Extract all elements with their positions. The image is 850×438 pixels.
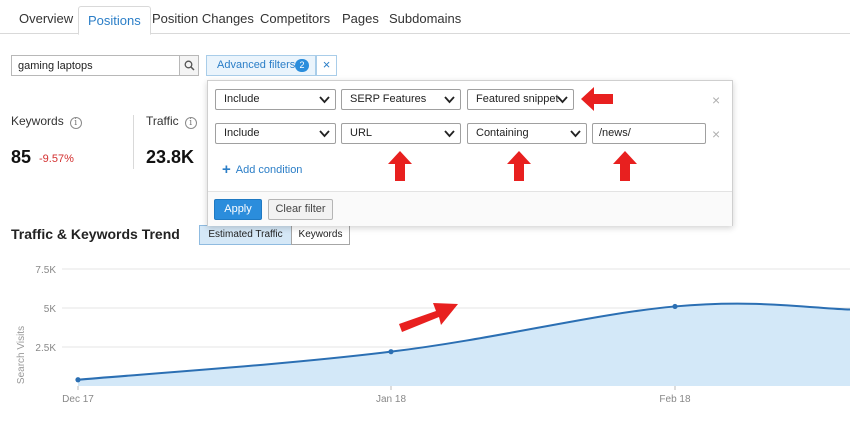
row2-include-select[interactable]: Include <box>215 123 336 144</box>
clear-filter-button[interactable]: Clear filter <box>268 199 333 220</box>
traffic-label-text: Traffic <box>146 114 179 128</box>
annotation-arrow-up <box>388 151 412 181</box>
add-condition-link[interactable]: + Add condition <box>222 161 302 178</box>
chevron-down-icon <box>319 130 330 138</box>
toggle-keywords[interactable]: Keywords <box>291 225 350 245</box>
keyword-search <box>11 55 199 76</box>
remove-row2-button[interactable]: × <box>712 127 720 141</box>
x-tick-label: Feb 18 <box>659 394 691 405</box>
chevron-down-icon <box>557 96 568 104</box>
select-value: Featured snippet <box>476 93 559 105</box>
search-icon <box>184 60 195 71</box>
filter-count-badge: 2 <box>295 59 309 72</box>
traffic-value: 23.8K <box>146 147 195 167</box>
select-value: URL <box>350 127 373 139</box>
annotation-arrow-up <box>613 151 637 181</box>
trend-title: Traffic & Keywords Trend <box>11 226 180 242</box>
remove-row1-button[interactable]: × <box>712 93 720 107</box>
traffic-trend-chart: 2.5K 5K 7.5K Dec 17 Jan 18 Feb 18 Search Vis… <box>16 265 850 405</box>
keywords-value: 85 <box>11 147 32 167</box>
row1-condition-select[interactable]: Featured snippet <box>467 89 574 110</box>
info-icon[interactable]: i <box>69 117 82 129</box>
traffic-area <box>78 303 850 386</box>
advanced-filters-panel: Include SERP Features Featured snippet ×… <box>207 80 733 226</box>
select-value: Containing <box>476 127 529 139</box>
annotation-arrow-up <box>507 151 531 181</box>
annotation-arrow-left <box>581 87 613 111</box>
row2-value-input[interactable]: /news/ <box>592 123 706 144</box>
select-value: Include <box>224 127 260 139</box>
plus-icon: + <box>222 161 231 178</box>
x-tick-label: Dec 17 <box>62 394 94 405</box>
y-axis-label: Search Visits <box>16 326 27 384</box>
advanced-filters-label: Advanced filters <box>217 59 296 71</box>
select-value: SERP Features <box>350 93 427 105</box>
add-condition-label: Add condition <box>235 164 303 176</box>
filter-panel-footer: Apply Clear filter <box>208 191 732 226</box>
tab-positions[interactable]: Positions <box>78 6 151 35</box>
row2-field-select[interactable]: URL <box>341 123 461 144</box>
chevron-down-icon <box>570 130 581 138</box>
clear-advanced-filters-button[interactable]: × <box>316 55 337 76</box>
info-icon[interactable]: i <box>184 117 197 129</box>
keywords-label-text: Keywords <box>11 114 64 128</box>
select-value: Include <box>224 93 260 105</box>
tab-subdomains[interactable]: Subdomains <box>389 0 461 34</box>
metric-divider <box>133 115 134 169</box>
report-tabs: Overview Positions Position Changes Comp… <box>0 0 850 35</box>
row1-field-select[interactable]: SERP Features <box>341 89 461 110</box>
y-tick-label: 2.5K <box>35 343 56 354</box>
advanced-filters-button[interactable]: Advanced filters 2 <box>206 55 316 76</box>
search-input[interactable] <box>12 56 178 75</box>
y-tick-label: 7.5K <box>35 265 56 276</box>
tab-position-changes[interactable]: Position Changes <box>152 0 254 34</box>
data-point[interactable] <box>672 303 678 310</box>
data-point[interactable] <box>388 349 394 355</box>
chevron-down-icon <box>444 130 455 138</box>
chevron-down-icon <box>444 96 455 104</box>
tab-overview[interactable]: Overview <box>19 0 73 34</box>
keywords-delta: -9.57% <box>39 153 74 165</box>
apply-button[interactable]: Apply <box>214 199 262 220</box>
chevron-down-icon <box>319 96 330 104</box>
keywords-metric-label: Keywords i <box>11 114 82 129</box>
row1-include-select[interactable]: Include <box>215 89 336 110</box>
annotation-arrow-diagonal <box>399 303 458 332</box>
traffic-metric-label: Traffic i <box>146 114 197 129</box>
row2-condition-select[interactable]: Containing <box>467 123 587 144</box>
data-point[interactable] <box>75 377 81 383</box>
x-tick-label: Jan 18 <box>376 394 406 405</box>
toggle-estimated-traffic[interactable]: Estimated Traffic <box>199 225 292 245</box>
tab-pages[interactable]: Pages <box>342 0 379 34</box>
y-tick-label: 5K <box>44 304 57 315</box>
search-button[interactable] <box>179 56 198 75</box>
tab-competitors[interactable]: Competitors <box>260 0 330 34</box>
